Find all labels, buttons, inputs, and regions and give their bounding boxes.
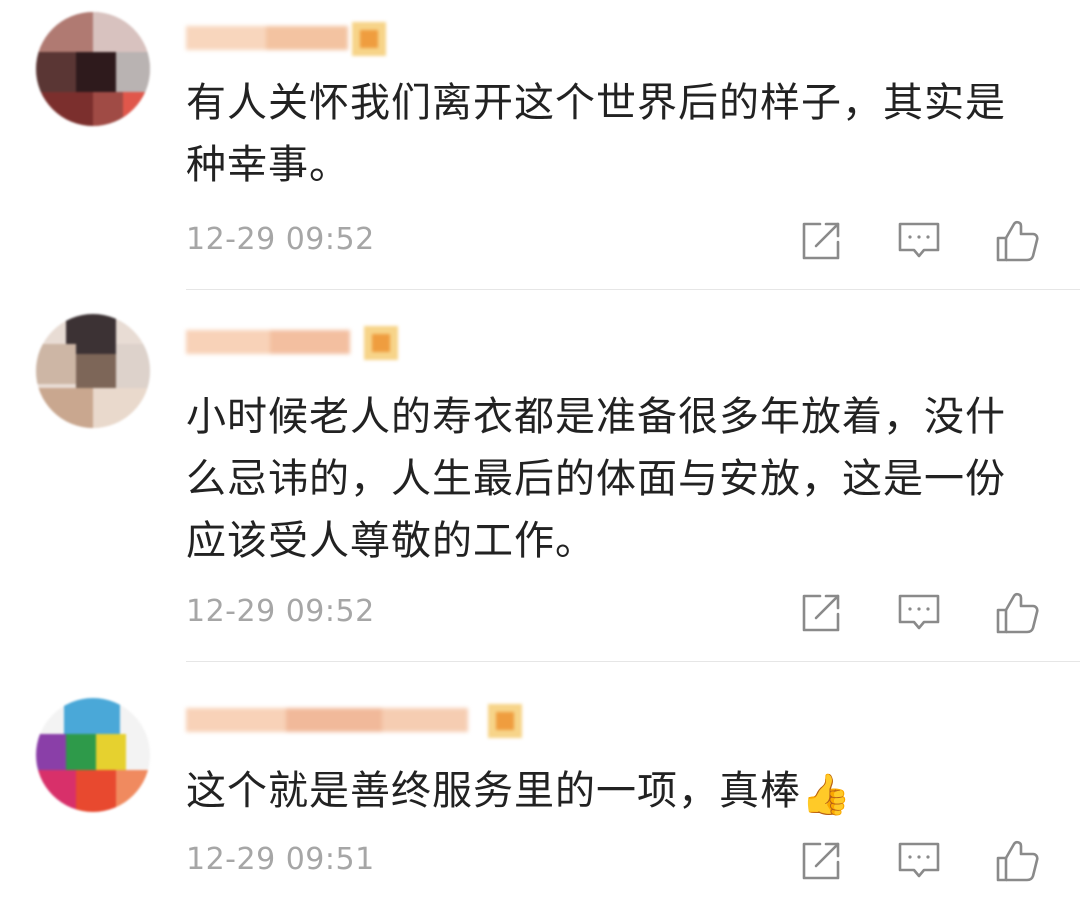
badge-pixel [372, 334, 390, 352]
blurred-segment [186, 26, 266, 50]
comment-timestamp: 12-29 09:51 [186, 842, 375, 877]
avatar-pixel [36, 12, 93, 52]
avatar[interactable] [36, 698, 150, 812]
thumbs-up-icon [996, 592, 1039, 634]
avatar-pixel [123, 92, 150, 126]
like-button[interactable] [994, 218, 1040, 264]
avatar[interactable] [36, 314, 150, 428]
username-blurred[interactable] [186, 700, 468, 738]
blurred-segment [270, 330, 350, 354]
badge-pixel [360, 30, 378, 48]
blurred-segment [286, 708, 382, 732]
comment-icon [898, 594, 940, 630]
share-button[interactable] [798, 590, 844, 636]
comment-text-content: 小时候老人的寿衣都是准备很多年放着，没什么忌讳的，人生最后的体面与安放，这是一份… [186, 394, 1006, 564]
reply-button[interactable] [896, 838, 942, 884]
blurred-segment [382, 708, 468, 732]
comment-text: 这个就是善终服务里的一项，真棒👍 [186, 760, 1036, 822]
member-badge-icon [364, 326, 398, 360]
thumbs-up-emoji-icon: 👍 [801, 772, 852, 818]
share-icon [802, 594, 840, 632]
avatar-pixel [93, 388, 150, 428]
avatar-pixel [64, 698, 120, 734]
username-blurred[interactable] [186, 322, 350, 360]
avatar-pixel [36, 734, 66, 770]
member-badge-icon [352, 22, 386, 56]
comment-item: 小时候老人的寿衣都是准备很多年放着，没什么忌讳的，人生最后的体面与安放，这是一份… [0, 290, 1080, 662]
member-badge-icon [488, 704, 522, 738]
comment-icon [898, 222, 940, 258]
comment-text: 小时候老人的寿衣都是准备很多年放着，没什么忌讳的，人生最后的体面与安放，这是一份… [186, 386, 1036, 572]
share-icon [802, 222, 840, 260]
blurred-segment [186, 708, 286, 732]
comment-text-content: 这个就是善终服务里的一项，真棒 [186, 768, 801, 814]
like-button[interactable] [994, 590, 1040, 636]
avatar-pixel [96, 734, 126, 770]
share-button[interactable] [798, 218, 844, 264]
avatar-pixel [66, 734, 96, 770]
comment-timestamp: 12-29 09:52 [186, 222, 375, 257]
avatar-pixel [116, 344, 150, 388]
avatar-pixel [93, 12, 150, 52]
avatar-pixel [36, 52, 76, 92]
badge-pixel [496, 712, 514, 730]
comment-text-content: 有人关怀我们离开这个世界后的样子，其实是种幸事。 [186, 80, 1006, 188]
thumbs-up-icon [996, 220, 1039, 262]
avatar-pixel [76, 354, 116, 388]
avatar-pixel [36, 92, 93, 126]
avatar-pixel [116, 770, 150, 812]
avatar-pixel [76, 770, 116, 812]
thumbs-up-icon [996, 840, 1039, 882]
comment-text: 有人关怀我们离开这个世界后的样子，其实是种幸事。 [186, 72, 1036, 196]
avatar-pixel [76, 52, 116, 92]
like-button[interactable] [994, 838, 1040, 884]
share-icon [802, 842, 840, 880]
avatar-pixel [36, 344, 76, 384]
avatar-pixel [36, 770, 76, 812]
comment-icon [898, 842, 940, 878]
comment-item: 这个就是善终服务里的一项，真棒👍 12-29 09:51 [0, 662, 1080, 903]
avatar-pixel [36, 388, 93, 428]
reply-button[interactable] [896, 218, 942, 264]
reply-button[interactable] [896, 590, 942, 636]
comment-timestamp: 12-29 09:52 [186, 594, 375, 629]
avatar-pixel [116, 52, 150, 92]
username-blurred[interactable] [186, 18, 348, 56]
avatar[interactable] [36, 12, 150, 126]
blurred-segment [266, 26, 348, 50]
blurred-segment [186, 330, 270, 354]
avatar-pixel [93, 92, 123, 126]
comment-item: 有人关怀我们离开这个世界后的样子，其实是种幸事。 12-29 09:52 [0, 0, 1080, 290]
share-button[interactable] [798, 838, 844, 884]
